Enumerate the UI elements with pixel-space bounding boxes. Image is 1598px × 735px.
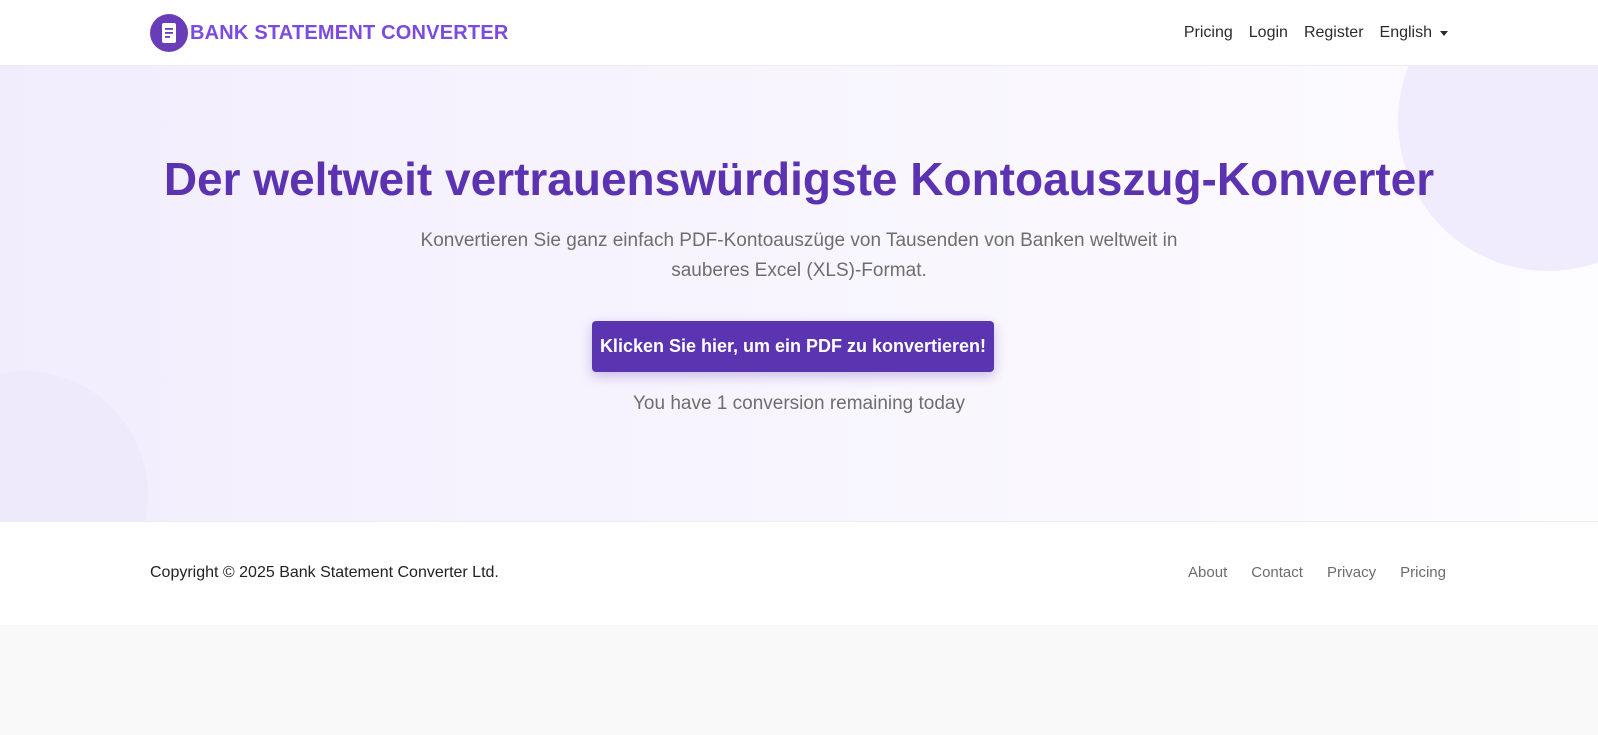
convert-pdf-button[interactable]: Klicken Sie hier, um ein PDF zu konverti… — [592, 321, 994, 372]
caret-down-icon — [1440, 30, 1448, 36]
conversions-remaining-text: You have 1 conversion remaining today — [632, 393, 966, 414]
hero-title: Der weltweit vertrauenswürdigste Kontoau… — [163, 153, 1435, 205]
nav-link-pricing[interactable]: Pricing — [1184, 24, 1233, 42]
nav-links: Pricing Login Register English — [1168, 0, 1448, 66]
footer: Copyright © 2025 Bank Statement Converte… — [0, 521, 1598, 625]
footer-link-contact[interactable]: Contact — [1251, 564, 1303, 581]
hero-section: Der weltweit vertrauenswürdigste Kontoau… — [0, 66, 1598, 521]
footer-links: About Contact Privacy Pricing — [1164, 564, 1446, 581]
copyright-text: Copyright © 2025 Bank Statement Converte… — [150, 564, 499, 581]
language-dropdown[interactable]: English — [1380, 24, 1448, 42]
brand-name: BANK STATEMENT CONVERTER — [190, 21, 509, 44]
brand-link[interactable]: BANK STATEMENT CONVERTER — [150, 14, 509, 52]
navbar: BANK STATEMENT CONVERTER Pricing Login R… — [0, 0, 1598, 66]
footer-link-about[interactable]: About — [1188, 564, 1227, 581]
hero-subtitle: Konvertieren Sie ganz einfach PDF-Kontoa… — [420, 230, 1178, 281]
footer-link-privacy[interactable]: Privacy — [1327, 564, 1376, 581]
footer-link-pricing[interactable]: Pricing — [1400, 564, 1446, 581]
nav-link-register[interactable]: Register — [1304, 24, 1364, 42]
language-label: English — [1379, 24, 1432, 41]
document-icon — [150, 14, 188, 52]
nav-link-login[interactable]: Login — [1249, 24, 1288, 42]
